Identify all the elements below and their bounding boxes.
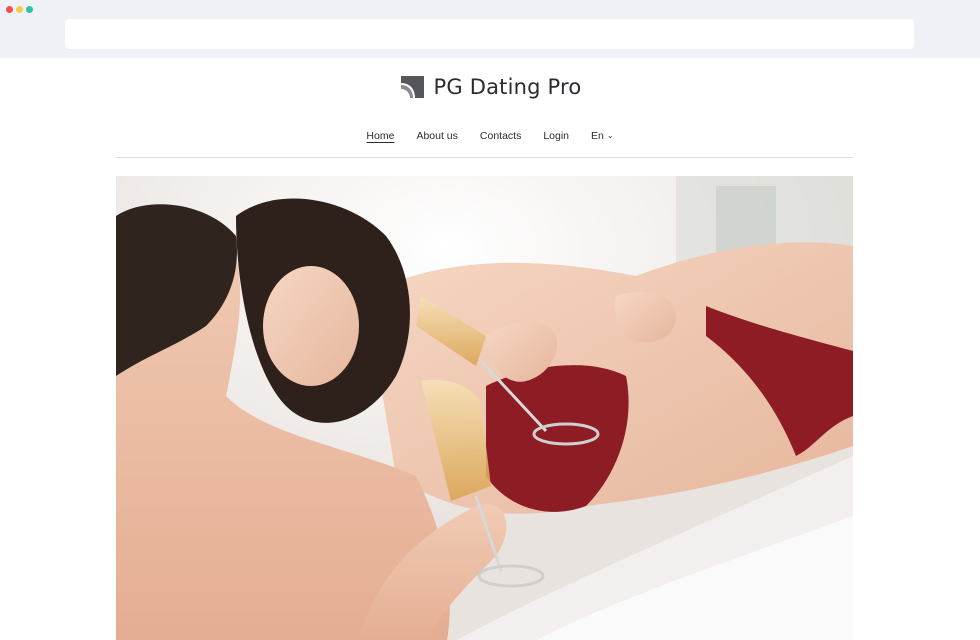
browser-chrome [0,0,980,58]
hero-photo [116,176,853,640]
chevron-down-icon: ⌄ [606,131,614,140]
nav-contacts[interactable]: Contacts [469,130,532,150]
logo-text: PG Dating Pro [433,75,582,99]
minimize-window-button[interactable] [16,6,23,13]
header-divider [116,157,853,158]
nav-home[interactable]: Home [355,130,405,150]
close-window-button[interactable] [6,6,13,13]
nav-about-us[interactable]: About us [405,130,468,150]
main-nav: Home About us Contacts Login En ⌄ [0,130,980,150]
site-logo[interactable]: PG Dating Pro [0,72,980,102]
hero-image [116,176,853,640]
address-bar[interactable] [65,19,914,49]
zoom-window-button[interactable] [26,6,33,13]
language-selector[interactable]: En ⌄ [580,130,625,150]
page-viewport: PG Dating Pro Home About us Contacts Log… [0,58,980,640]
language-label: En [591,130,604,142]
logo-mark-icon [400,76,424,98]
nav-login[interactable]: Login [532,130,580,150]
